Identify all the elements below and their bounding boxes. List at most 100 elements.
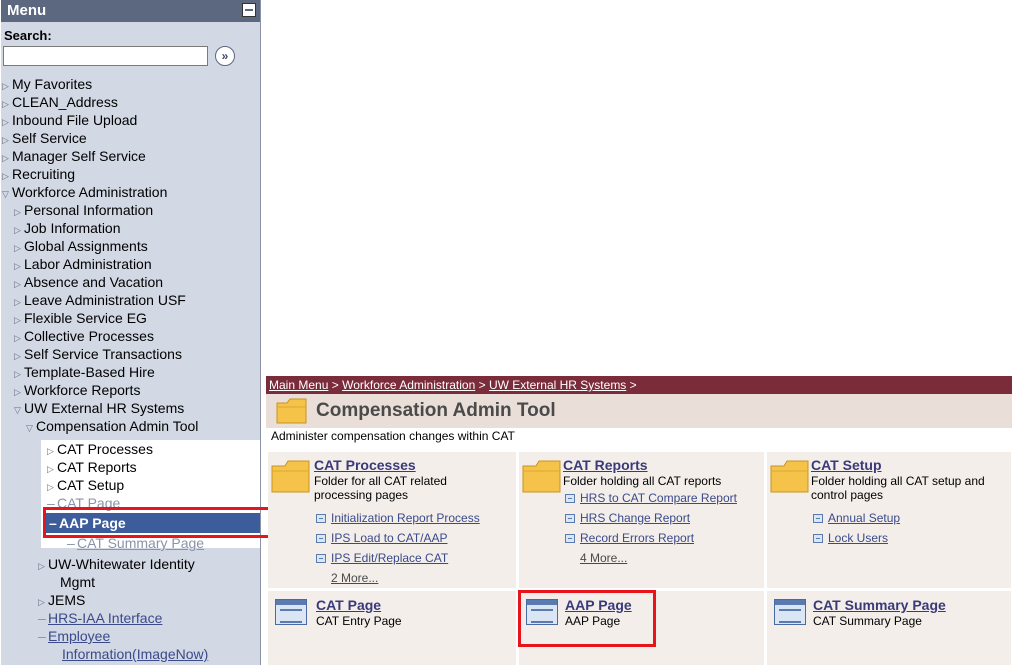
menu-item-inbound-file-upload[interactable]: ▷ Inbound File Upload [2, 111, 137, 129]
folder-description: Folder holding all CAT setup and control… [811, 474, 985, 502]
folder-icon [271, 460, 310, 493]
page-title-cat-page[interactable]: CAT Page [316, 597, 381, 613]
menu-item-uw-whitewater[interactable]: ▷ UW-Whitewater Identity [38, 555, 195, 573]
link-lock-users[interactable]: Lock Users [828, 531, 888, 545]
menu-item-uw-external-hr-systems[interactable]: ▽ UW External HR Systems [14, 399, 184, 417]
menu-item-flexible-service-eg[interactable]: ▷ Flexible Service EG [14, 309, 147, 327]
search-input[interactable] [3, 46, 208, 66]
menu-item-label: HRS-IAA Interface [48, 610, 163, 626]
link-ips-edit-replace-cat[interactable]: IPS Edit/Replace CAT [331, 551, 448, 565]
breadcrumb-separator: > [478, 378, 486, 392]
breadcrumb: Main Menu > Workforce Administration > U… [266, 376, 1012, 394]
breadcrumb-main-menu[interactable]: Main Menu [269, 378, 328, 392]
menu-item-label: Absence and Vacation [24, 274, 164, 290]
menu-item-label: JEMS [48, 592, 86, 608]
menu-item-label: Workforce Administration [12, 184, 168, 200]
page-description: Administer compensation changes within C… [266, 428, 1012, 445]
folder-icon [522, 460, 561, 493]
folder-cell-cat-processes: CAT Processes Folder for all CAT related… [268, 452, 516, 588]
menu-item-labor-administration[interactable]: ▷ Labor Administration [14, 255, 152, 273]
menu-item-label: CAT Reports [57, 459, 137, 475]
menu-item-label: Manager Self Service [12, 148, 146, 164]
menu-item-label: Self Service Transactions [24, 346, 182, 362]
collapse-arrow-icon: ▽ [26, 423, 33, 433]
breadcrumb-workforce-administration[interactable]: Workforce Administration [342, 378, 475, 392]
menu-item-workforce-reports[interactable]: ▷ Workforce Reports [14, 381, 140, 399]
menu-item-my-favorites[interactable]: ▷ My Favorites [2, 75, 92, 93]
menu-item-self-service[interactable]: ▷ Self Service [2, 129, 87, 147]
menu-item-label: Collective Processes [24, 328, 154, 344]
folder-title-cat-setup[interactable]: CAT Setup [811, 457, 882, 473]
menu-item-label: Self Service [12, 130, 87, 146]
menu-item-jems[interactable]: ▷ JEMS [38, 591, 85, 609]
menu-item-workforce-administration[interactable]: ▽ Workforce Administration [2, 183, 167, 201]
menu-item-label: My Favorites [12, 76, 93, 92]
menu-item-clean-address[interactable]: ▷ CLEAN_Address [2, 93, 118, 111]
page-cell-cat-summary-page: CAT Summary Page CAT Summary Page [767, 591, 1011, 665]
menu-item-recruiting[interactable]: ▷ Recruiting [2, 165, 75, 183]
folder-title-cat-reports[interactable]: CAT Reports [563, 457, 648, 473]
menu-item-label: Inbound File Upload [12, 112, 138, 128]
page-icon [813, 534, 823, 543]
menu-item-template-based-hire[interactable]: ▷ Template-Based Hire [14, 363, 155, 381]
page-title-cat-summary-page[interactable]: CAT Summary Page [813, 597, 946, 613]
expand-arrow-icon: ▷ [38, 561, 45, 571]
collapse-arrow-icon: ▽ [14, 405, 21, 415]
page-icon [813, 514, 823, 523]
menu-item-absence-and-vacation[interactable]: ▷ Absence and Vacation [14, 273, 163, 291]
search-go-button[interactable]: » [215, 46, 235, 66]
search-label: Search: [4, 28, 52, 43]
page-icon [275, 599, 307, 625]
more-link[interactable]: 2 More... [331, 571, 378, 585]
folder-description: Folder holding all CAT reports [563, 474, 722, 488]
menu-item-cat-processes[interactable]: ▷ CAT Processes [47, 440, 153, 458]
page-icon [316, 554, 326, 563]
link-hrs-change-report[interactable]: HRS Change Report [580, 511, 690, 525]
menu-item-label: Personal Information [24, 202, 154, 218]
menu-header: Menu [1, 0, 260, 22]
menu-item-label: Leave Administration USF [24, 292, 186, 308]
menu-item-hrs-iaa-interface[interactable]: – HRS-IAA Interface [38, 609, 162, 627]
collapse-icon[interactable] [242, 3, 256, 17]
menu-item-personal-information[interactable]: ▷ Personal Information [14, 201, 153, 219]
menu-item-label: Workforce Reports [24, 382, 141, 398]
menu-item-label: Employee [48, 628, 111, 644]
menu-item-self-service-transactions[interactable]: ▷ Self Service Transactions [14, 345, 182, 363]
page-description: CAT Summary Page [813, 614, 922, 628]
breadcrumb-uw-external-hr-systems[interactable]: UW External HR Systems [489, 378, 626, 392]
link-hrs-to-cat-compare-report[interactable]: HRS to CAT Compare Report [580, 491, 737, 505]
folder-title-cat-processes[interactable]: CAT Processes [314, 457, 416, 473]
menu-item-label: Flexible Service EG [24, 310, 147, 326]
menu-item-uw-whitewater-line2: Mgmt [60, 573, 95, 591]
menu-item-manager-self-service[interactable]: ▷ Manager Self Service [2, 147, 146, 165]
menu-item-job-information[interactable]: ▷ Job Information [14, 219, 121, 237]
menu-item-label: Global Assignments [24, 238, 148, 254]
link-annual-setup[interactable]: Annual Setup [828, 511, 900, 525]
menu-item-employee-information[interactable]: – Employee [38, 627, 110, 645]
link-record-errors-report[interactable]: Record Errors Report [580, 531, 694, 545]
menu-item-collective-processes[interactable]: ▷ Collective Processes [14, 327, 154, 345]
menu-item-compensation-admin-tool[interactable]: ▽ Compensation Admin Tool [26, 417, 198, 435]
menu-item-label: CLEAN_Address [12, 94, 118, 110]
collapse-arrow-icon: ▽ [2, 189, 9, 199]
menu-item-label: Mgmt [60, 574, 95, 590]
menu-item-label: Compensation Admin Tool [36, 418, 199, 434]
more-link[interactable]: 4 More... [580, 551, 627, 565]
menu-item-global-assignments[interactable]: ▷ Global Assignments [14, 237, 148, 255]
link-ips-load-to-cat-aap[interactable]: IPS Load to CAT/AAP [331, 531, 448, 545]
folder-cell-cat-reports: CAT Reports Folder holding all CAT repor… [519, 452, 764, 588]
link-initialization-report-process[interactable]: Initialization Report Process [331, 511, 480, 525]
aap-page-highlight-box [518, 590, 656, 647]
menu-item-employee-information-line2[interactable]: Information(ImageNow) [62, 645, 208, 663]
page-cell-cat-page: CAT Page CAT Entry Page [268, 591, 516, 665]
menu-item-label: Job Information [24, 220, 121, 236]
menu-item-cat-setup[interactable]: ▷ CAT Setup [47, 476, 124, 494]
breadcrumb-separator: > [331, 378, 339, 392]
menu-item-cat-reports[interactable]: ▷ CAT Reports [47, 458, 137, 476]
breadcrumb-separator: > [629, 378, 637, 392]
dash-icon: – [38, 628, 46, 644]
folder-description: Folder for all CAT related processing pa… [314, 474, 447, 502]
search-row: » [1, 46, 260, 70]
menu-item-leave-administration-usf[interactable]: ▷ Leave Administration USF [14, 291, 186, 309]
page-icon [774, 599, 806, 625]
